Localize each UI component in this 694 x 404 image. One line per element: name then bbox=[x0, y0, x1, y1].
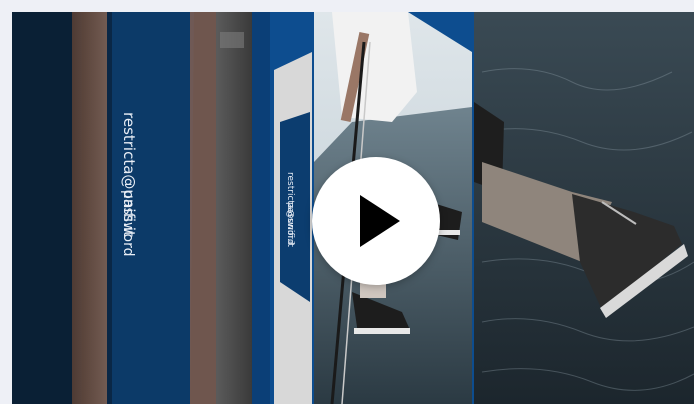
play-icon bbox=[360, 195, 400, 247]
tablet-large: restricta@unifi.it password bbox=[107, 12, 194, 404]
video-player[interactable]: restricta@unifi.it password restricta@un… bbox=[12, 12, 694, 404]
play-button[interactable] bbox=[312, 157, 440, 285]
tablet-small: restricta@unifi.it password bbox=[274, 52, 312, 404]
password-text-large: password bbox=[120, 190, 136, 256]
password-text-small: password bbox=[285, 202, 295, 245]
